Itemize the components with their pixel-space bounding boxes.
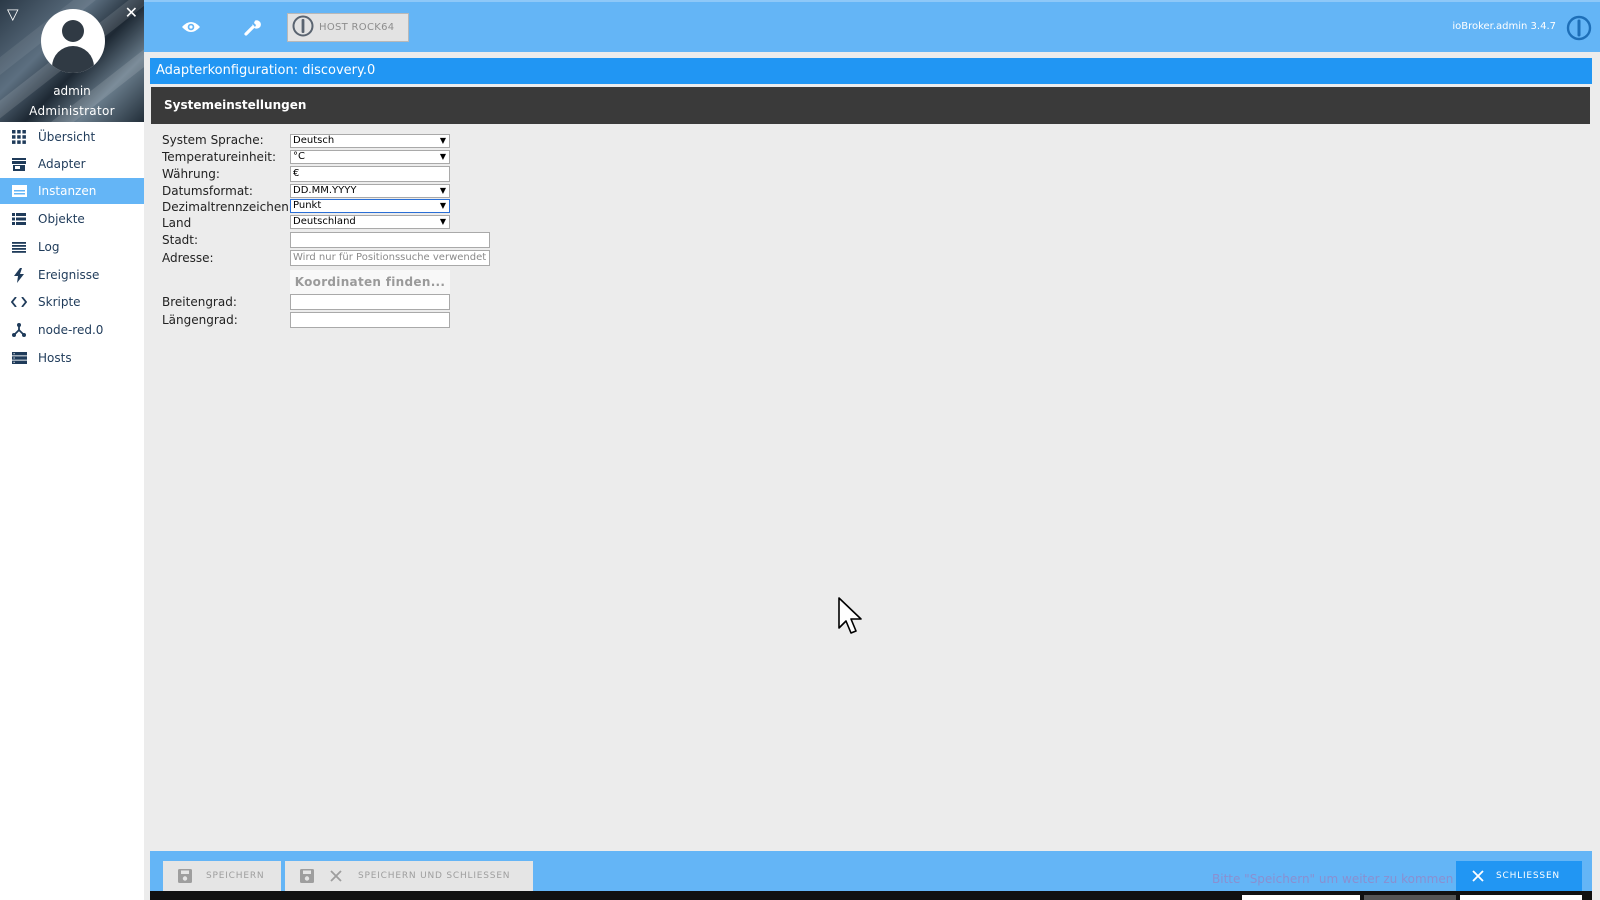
save-hint-text: Bitte "Speichern" um weiter zu kommen — [1212, 872, 1454, 886]
sidebar-item-node-red[interactable]: node-red.0 — [0, 317, 144, 343]
log-icon — [0, 241, 38, 253]
bolt-icon — [0, 267, 38, 283]
bottom-strip — [150, 891, 1592, 900]
decimal-separator-select[interactable]: Punkt ▼ — [290, 199, 450, 213]
iobroker-logo-icon — [292, 15, 314, 41]
decimal-separator-label: Dezimaltrennzeichen: — [162, 200, 293, 214]
save-button[interactable]: SPEICHERN — [163, 861, 281, 891]
date-format-select[interactable]: DD.MM.YYYY ▼ — [290, 184, 450, 198]
close-icon — [1472, 870, 1484, 882]
store-icon — [0, 157, 38, 171]
close-icon — [330, 870, 342, 882]
system-language-select[interactable]: Deutsch ▼ — [290, 134, 450, 148]
page-title: Adapterkonfiguration: discovery.0 — [150, 58, 1592, 84]
instances-icon — [0, 185, 38, 197]
sidebar-item-ereignisse[interactable]: Ereignisse — [0, 262, 144, 288]
date-format-label: Datumsformat: — [162, 184, 253, 198]
sidebar-item-adapter[interactable]: Adapter — [0, 151, 144, 177]
city-input[interactable] — [290, 232, 490, 248]
iobroker-power-icon[interactable] — [1566, 15, 1592, 45]
sidebar: ▽ ✕ admin Administrator Übersicht Adapte… — [0, 0, 144, 900]
sidebar-item-label: Instanzen — [38, 184, 97, 198]
currency-label: Währung: — [162, 167, 220, 181]
longitude-label: Längengrad: — [162, 313, 238, 327]
country-value: Deutschland — [293, 216, 356, 227]
avatar[interactable] — [41, 9, 105, 73]
decimal-separator-value: Punkt — [293, 200, 322, 211]
dropdown-arrow-icon: ▼ — [439, 136, 446, 145]
dropdown-arrow-icon: ▼ — [439, 152, 446, 161]
city-label: Stadt: — [162, 233, 199, 247]
sidebar-item-label: Log — [38, 240, 60, 254]
country-label: Land — [162, 216, 192, 230]
save-and-close-label: SPEICHERN UND SCHLIESSEN — [358, 871, 511, 881]
user-panel: ▽ ✕ admin Administrator — [0, 0, 144, 122]
temperature-unit-label: Temperatureinheit: — [162, 150, 277, 164]
latitude-label: Breitengrad: — [162, 295, 237, 309]
close-button-label: SCHLIESSEN — [1496, 871, 1560, 881]
address-input[interactable]: Wird nur für Positionssuche verwendet — [290, 250, 490, 266]
host-selector-button[interactable]: HOST ROCK64 — [287, 13, 409, 42]
wrench-icon[interactable] — [240, 15, 264, 39]
country-select[interactable]: Deutschland ▼ — [290, 215, 450, 229]
close-button[interactable]: SCHLIESSEN — [1456, 861, 1582, 891]
dropdown-arrow-icon: ▼ — [439, 186, 446, 195]
floppy-disk-icon — [300, 869, 314, 883]
host-label: HOST ROCK64 — [319, 22, 395, 33]
sidebar-item-label: Hosts — [38, 351, 72, 365]
temperature-unit-value: °C — [293, 151, 305, 162]
sidebar-item-label: Ereignisse — [38, 268, 100, 282]
sidebar-item-label: Objekte — [38, 212, 85, 226]
floppy-disk-icon — [178, 869, 192, 883]
grid-icon — [0, 130, 38, 144]
eye-icon[interactable] — [179, 15, 203, 39]
user-name: admin — [53, 84, 91, 98]
dropdown-arrow-icon: ▼ — [439, 201, 446, 210]
section-header: Systemeinstellungen — [151, 87, 1590, 124]
sidebar-item-log[interactable]: Log — [0, 234, 144, 260]
sidebar-item-instanzen[interactable]: Instanzen — [0, 178, 144, 204]
top-bar: HOST ROCK64 ioBroker.admin 3.4.7 — [144, 0, 1600, 52]
sidebar-item-label: Übersicht — [38, 130, 96, 144]
code-icon — [0, 297, 38, 307]
sidebar-item-uebersicht[interactable]: Übersicht — [0, 124, 144, 150]
sidebar-item-skripte[interactable]: Skripte — [0, 289, 144, 315]
close-icon[interactable]: ✕ — [125, 4, 138, 22]
menu-toggle-icon[interactable]: ▽ — [7, 6, 19, 22]
system-language-value: Deutsch — [293, 135, 335, 146]
sidebar-item-label: Skripte — [38, 295, 81, 309]
sidebar-item-label: Adapter — [38, 157, 86, 171]
temperature-unit-select[interactable]: °C ▼ — [290, 150, 450, 164]
list-icon — [0, 213, 38, 225]
hosts-icon — [0, 352, 38, 364]
system-language-label: System Sprache: — [162, 133, 264, 147]
save-and-close-button[interactable]: SPEICHERN UND SCHLIESSEN — [285, 861, 533, 891]
version-label: ioBroker.admin 3.4.7 — [1452, 21, 1556, 32]
currency-input[interactable]: € — [290, 166, 450, 182]
sidebar-item-objekte[interactable]: Objekte — [0, 206, 144, 232]
save-button-label: SPEICHERN — [206, 871, 265, 881]
sidebar-item-label: node-red.0 — [38, 323, 104, 337]
find-coordinates-button[interactable]: Koordinaten finden... — [290, 270, 450, 294]
date-format-value: DD.MM.YYYY — [293, 185, 357, 196]
dropdown-arrow-icon: ▼ — [439, 217, 446, 226]
sidebar-item-hosts[interactable]: Hosts — [0, 345, 144, 371]
mouse-cursor-icon — [838, 597, 864, 641]
user-role: Administrator — [29, 104, 115, 118]
latitude-input[interactable] — [290, 294, 450, 310]
address-label: Adresse: — [162, 251, 214, 265]
longitude-input[interactable] — [290, 312, 450, 328]
node-red-icon — [0, 323, 38, 337]
